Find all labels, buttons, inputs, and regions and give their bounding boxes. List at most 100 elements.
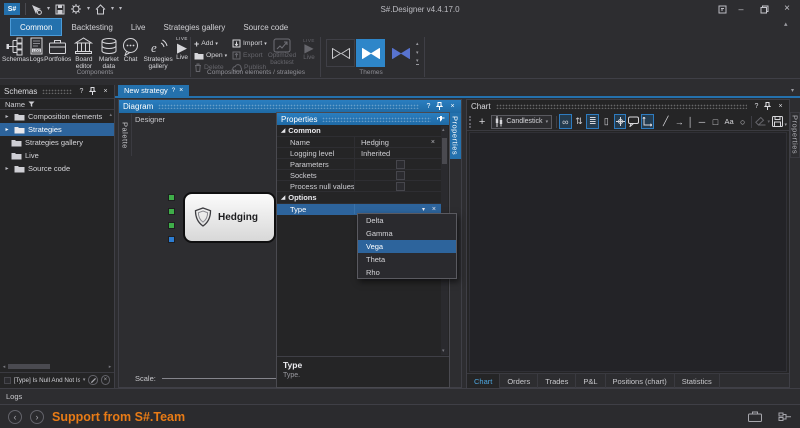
dropdown-option-rho[interactable]: Rho [358,266,456,279]
scroll-left-icon[interactable]: ◂ [0,364,8,370]
property-row-name[interactable]: Name Hedging× [277,137,441,148]
draw-vline-icon[interactable]: │ [687,114,695,129]
parameters-expand-box[interactable] [396,160,405,169]
ribbon-tab-live[interactable]: Live [122,18,155,36]
dropdown-option-vega[interactable]: Vega [358,240,456,253]
settings-dropdown-icon[interactable]: ▾ [87,6,90,12]
status-connection-icon[interactable] [778,411,792,422]
window-list-icon[interactable]: ▾ [791,87,794,94]
auto-range-icon[interactable]: ⇅ [573,114,586,129]
open-button[interactable]: Open▾ [194,50,227,61]
tree-item-strategies-gallery[interactable]: Strategies gallery [0,136,114,149]
document-close-icon[interactable]: × [179,87,183,94]
themes-scroll-down-icon[interactable]: ▾ [416,50,419,56]
chart-properties-tab[interactable]: Properties [790,112,800,158]
dropdown-option-theta[interactable]: Theta [358,253,456,266]
document-tab-new-strategy[interactable]: New strategy ? × [118,85,189,96]
diagram-close-icon[interactable]: × [448,103,457,110]
status-back-icon[interactable]: ‹ [8,410,22,424]
category-expander-icon[interactable]: ◢ [281,128,285,134]
document-help-icon[interactable]: ? [172,88,175,94]
theme-violet-button[interactable] [386,39,415,67]
sockets-expand-box[interactable] [396,171,405,180]
chart-help-icon[interactable]: ? [752,103,761,110]
ribbon-tab-source-code[interactable]: Source code [234,18,297,36]
clear-value-icon[interactable]: × [431,139,435,146]
dropdown-option-gamma[interactable]: Gamma [358,227,456,240]
tree-item-strategies[interactable]: ▸ Strategies [0,123,114,136]
dropdown-option-delta[interactable]: Delta [358,214,456,227]
chart-close-icon[interactable]: × [776,103,785,110]
home-icon[interactable] [95,4,106,15]
market-data-button[interactable]: Market data [97,37,122,70]
qat-customize-icon[interactable]: ▾ [119,6,122,12]
toolbar-overflow-icon[interactable]: ▾ [785,122,788,130]
logs-button[interactable]: LOG Logs [29,37,44,63]
ribbon-collapse-icon[interactable]: ▴ [784,21,788,28]
save-chart-icon[interactable] [771,114,784,129]
process-null-expand-box[interactable] [396,182,405,191]
palette-tab[interactable]: Palette [119,114,132,156]
preview-icon[interactable]: ▯ [600,114,613,129]
chart-tab-positions[interactable]: Positions (chart) [606,374,675,388]
series-type-select[interactable]: Candlestick ▾ [491,115,552,129]
import-button[interactable]: Import▾ [232,38,267,49]
status-forward-icon[interactable]: › [30,410,44,424]
theme-dark-button[interactable] [326,39,355,67]
type-dropdown-icon[interactable]: ▾ [422,206,425,213]
board-editor-button[interactable]: Board editor [71,37,96,70]
add-button[interactable]: +Add▾ [194,38,218,49]
tree-h-scrollbar[interactable]: ◂ ▸ [0,362,114,371]
add-indicator-button[interactable]: + [476,114,489,129]
diagram-pin-icon[interactable] [436,102,445,111]
filter-funnel-icon[interactable] [28,101,35,108]
eraser-dropdown-icon[interactable]: ▾ [767,119,770,125]
draw-ellipse-icon[interactable]: ○ [736,114,749,129]
schemas-close-icon[interactable]: × [101,88,110,95]
chart-tab-trades[interactable]: Trades [538,374,576,388]
legend-icon[interactable]: ≣ [586,114,599,129]
connect-dropdown-icon[interactable]: ▾ [47,6,50,12]
socket-input-1[interactable] [168,194,175,201]
schemas-help-icon[interactable]: ? [77,88,86,95]
filter-expression[interactable]: [Type] Is Null And Not Is... [14,377,80,384]
chart-tab-chart[interactable]: Chart [467,374,500,388]
category-expander-icon[interactable]: ◢ [281,195,285,201]
filter-clear-icon[interactable]: × [101,375,110,385]
themes-scroll-up-icon[interactable]: ▴ [416,41,419,47]
property-row-process-null-values[interactable]: Process null values [277,181,441,192]
ribbon-tab-strategies-gallery[interactable]: Strategies gallery [155,18,235,36]
crosshair-icon[interactable] [614,114,627,129]
diagram-properties-tab[interactable]: Properties [449,113,461,159]
props-scroll-down-icon[interactable]: ▾ [442,348,445,354]
theme-blue-button[interactable] [356,39,385,67]
chart-plot-area[interactable] [469,132,787,372]
category-common[interactable]: ◢Common [277,125,441,137]
diagram-help-icon[interactable]: ? [424,103,433,110]
schemas-pin-icon[interactable] [89,87,98,96]
chart-tab-statistics[interactable]: Statistics [675,374,720,388]
property-row-sockets[interactable]: Sockets [277,170,441,181]
props-scroll-thumb[interactable] [442,138,447,164]
chart-tab-pnl[interactable]: P&L [576,374,605,388]
tree-item-source-code[interactable]: ▸ Source code [0,162,114,175]
type-clear-icon[interactable]: × [432,206,436,213]
minimize-button[interactable]: – [732,5,750,14]
connect-icon[interactable] [31,4,42,15]
chart-panel-header[interactable]: Chart ? × [467,100,789,113]
properties-pin-icon[interactable] [436,116,445,123]
chat-button[interactable]: Chat [121,37,140,63]
draw-hline-icon[interactable]: ─ [696,114,709,129]
socket-input-4[interactable] [168,236,175,243]
eraser-icon[interactable] [754,114,767,129]
props-scroll-up-icon[interactable]: ▴ [442,127,445,133]
diagram-block-hedging[interactable]: Hedging [183,192,276,243]
tree-item-live[interactable]: Live [0,149,114,162]
settings-gear-icon[interactable] [70,3,82,15]
property-row-logging-level[interactable]: Logging level Inherited [277,148,441,159]
properties-panel-header[interactable]: Properties [277,113,449,125]
portfolios-button[interactable]: Portfolios [44,37,71,63]
schemas-button[interactable]: Schemas [2,37,29,63]
draw-arrow-icon[interactable]: → [673,114,686,129]
chart-pin-icon[interactable] [764,102,773,111]
